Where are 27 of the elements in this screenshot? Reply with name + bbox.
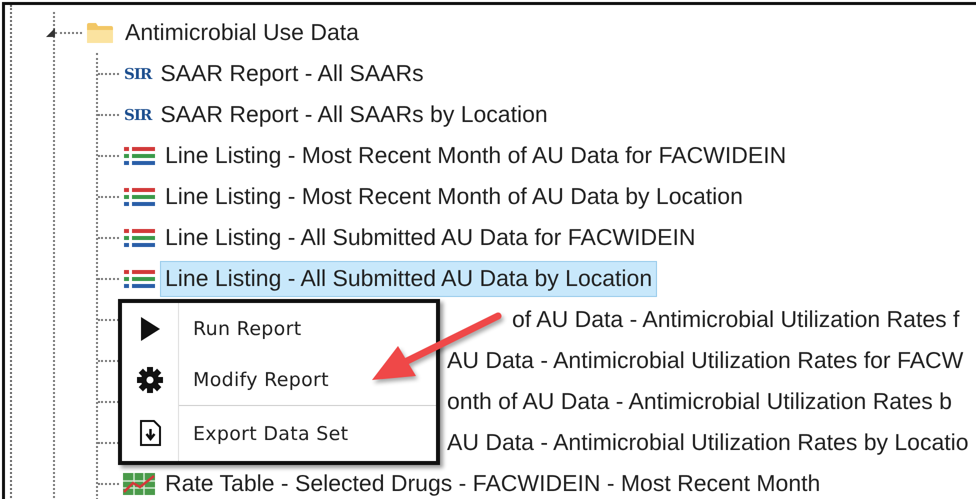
report-item[interactable]: SAAR Report - All SAARs by Location (155, 96, 553, 132)
menu-item[interactable]: Export Data Set (179, 405, 436, 461)
sir-badge-icon: SIR (124, 106, 152, 124)
report-item[interactable]: Line Listing - All Submitted AU Data by Location (160, 260, 658, 296)
menu-item[interactable]: Run Report (179, 303, 436, 354)
folder-icon (86, 22, 114, 44)
folder-label[interactable]: Antimicrobial Use Data (120, 14, 364, 50)
list-icon (123, 228, 156, 248)
report-item[interactable]: Line Listing - All Submitted AU Data for FACWIDEIN (160, 220, 700, 256)
download-file-icon (139, 420, 161, 446)
report-item[interactable]: AU Data - Antimicrobial Utilization Rates for FACW (446, 343, 964, 378)
sir-badge-icon: SIR (124, 64, 152, 82)
expanded-arrow-icon[interactable] (46, 28, 55, 36)
report-item[interactable]: Line Listing - Most Recent Month of AU Data for FACWIDEIN (160, 138, 792, 174)
report-item[interactable]: of AU Data - Antimicrobial Utilization Rates f (511, 302, 960, 337)
table-chart-icon (123, 472, 155, 494)
report-item[interactable]: Line Listing - Most Recent Month of AU Data by Location (160, 178, 748, 214)
list-icon (123, 268, 156, 288)
report-item[interactable]: SAAR Report - All SAARs (155, 56, 429, 92)
report-item[interactable]: AU Data - Antimicrobial Utilization Rates by Locatio (446, 425, 970, 460)
menu-item[interactable]: Modify Report (179, 354, 436, 405)
report-item[interactable]: Rate Table - Selected Drugs - FACWIDEIN - Most Recent Month (160, 466, 826, 499)
play-icon (139, 316, 161, 342)
list-icon (123, 146, 156, 166)
report-item[interactable]: onth of AU Data - Antimicrobial Utilization Rates b (446, 384, 953, 419)
list-icon (123, 186, 156, 206)
gear-icon (137, 366, 163, 392)
